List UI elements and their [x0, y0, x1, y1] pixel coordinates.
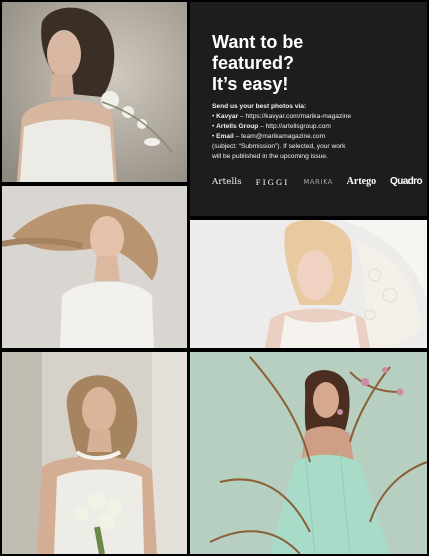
headline-line: Want to be — [212, 32, 304, 52]
bullet: • — [212, 133, 215, 140]
headline-line: It’s easy! — [212, 74, 289, 94]
artells-logo: Artells — [212, 176, 242, 187]
photo-pearls-bouquet — [2, 352, 187, 554]
channel-email[interactable]: • Email – team@marikamagazine.com — [212, 132, 417, 142]
quadro-logo: Quadro — [390, 176, 423, 187]
marika-logo: MARIKA — [303, 177, 333, 186]
channel-detail: – http://artellsgroup.com — [258, 123, 331, 130]
photo-white-lace — [190, 220, 427, 348]
partner-logos: Artells FIGGI MARIKA Artego Quadro — [212, 176, 423, 187]
submission-note: will be published in the upcoming issue. — [212, 153, 328, 160]
photo-dark-hair-flowers — [2, 2, 187, 182]
bullet: • — [212, 113, 215, 120]
submission-panel: Want to be featured? It’s easy! Send us … — [190, 2, 427, 216]
panel-headline: Want to be featured? It’s easy! — [212, 32, 412, 95]
channel-detail: – team@marikamagazine.com — [233, 133, 326, 140]
channel-artells[interactable]: • Artells Group – http://artellsgroup.co… — [212, 122, 417, 132]
photo-blonde-flowing-hair — [2, 186, 187, 348]
headline-line: featured? — [212, 53, 295, 73]
photo-mint-dress-branches — [190, 352, 427, 554]
submission-info: Send us your best photos via: • Kavyar –… — [212, 102, 417, 162]
channel-name: Artells Group — [216, 123, 259, 130]
submission-lead: Send us your best photos via: — [212, 103, 307, 110]
bullet: • — [212, 123, 215, 130]
artego-logo: Artego — [346, 176, 377, 187]
channel-detail: – https://kavyar.com/marika-magazine — [238, 113, 352, 120]
figgi-logo: FIGGI — [255, 176, 290, 187]
channel-kavyar[interactable]: • Kavyar – https://kavyar.com/marika-mag… — [212, 112, 417, 122]
channel-name: Email — [216, 133, 234, 140]
submission-note: (subject: “Submission”). If selected, yo… — [212, 143, 346, 150]
channel-name: Kavyar — [216, 113, 239, 120]
